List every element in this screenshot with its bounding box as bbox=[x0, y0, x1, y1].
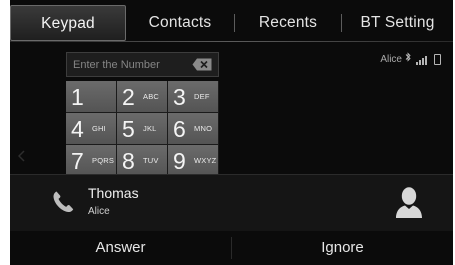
key-letters: GHI bbox=[92, 124, 106, 133]
key-letters: WXYZ bbox=[194, 156, 217, 165]
phone-icon bbox=[53, 191, 74, 213]
key-digit: 4 bbox=[71, 116, 84, 142]
key-1[interactable]: 1 bbox=[66, 81, 117, 113]
call-action-bar: Answer Ignore bbox=[10, 231, 453, 265]
key-3[interactable]: 3 DEF bbox=[168, 81, 219, 113]
key-letters: ABC bbox=[143, 92, 160, 101]
status-device-name: Alice bbox=[380, 54, 402, 65]
key-digit: 9 bbox=[173, 148, 186, 174]
tab-contacts[interactable]: Contacts bbox=[126, 5, 234, 41]
key-digit: 5 bbox=[122, 116, 135, 142]
key-9[interactable]: 9 WXYZ bbox=[168, 145, 219, 177]
signal-icon bbox=[416, 55, 427, 65]
caller-device: Alice bbox=[88, 206, 110, 217]
backspace-icon[interactable] bbox=[192, 58, 212, 71]
tab-bar: Keypad Contacts Recents BT Setting bbox=[10, 5, 453, 41]
key-letters: DEF bbox=[194, 92, 210, 101]
number-entry-field bbox=[66, 52, 219, 77]
key-letters: MNO bbox=[194, 124, 213, 133]
tab-recents[interactable]: Recents bbox=[235, 5, 341, 41]
key-6[interactable]: 6 MNO bbox=[168, 113, 219, 145]
key-digit: 1 bbox=[71, 84, 84, 110]
key-digit: 8 bbox=[122, 148, 135, 174]
phone-screen: Keypad Contacts Recents BT Setting Alice… bbox=[10, 0, 453, 265]
key-2[interactable]: 2 ABC bbox=[117, 81, 168, 113]
key-digit: 3 bbox=[173, 84, 186, 110]
tab-bt-setting[interactable]: BT Setting bbox=[342, 5, 453, 41]
key-7[interactable]: 7 PQRS bbox=[66, 145, 117, 177]
key-digit: 7 bbox=[71, 148, 84, 174]
answer-button[interactable]: Answer bbox=[10, 231, 231, 265]
key-digit: 6 bbox=[173, 116, 186, 142]
key-8[interactable]: 8 TUV bbox=[117, 145, 168, 177]
tab-keypad[interactable]: Keypad bbox=[10, 5, 126, 41]
key-digit: 2 bbox=[122, 84, 135, 110]
key-letters: PQRS bbox=[92, 156, 115, 165]
ignore-button[interactable]: Ignore bbox=[232, 231, 453, 265]
incoming-call-panel: Thomas Alice bbox=[10, 174, 453, 232]
tab-divider-line bbox=[10, 41, 453, 42]
key-letters: TUV bbox=[143, 156, 159, 165]
battery-icon bbox=[434, 54, 441, 65]
key-4[interactable]: 4 GHI bbox=[66, 113, 117, 145]
key-5[interactable]: 5 JKL bbox=[117, 113, 168, 145]
chevron-left-icon bbox=[18, 150, 25, 162]
bluetooth-icon bbox=[405, 52, 411, 65]
status-area: Alice bbox=[380, 52, 441, 65]
number-input[interactable] bbox=[73, 57, 183, 73]
key-letters: JKL bbox=[143, 124, 157, 133]
person-avatar-icon bbox=[396, 187, 422, 218]
caller-name: Thomas bbox=[88, 185, 139, 201]
